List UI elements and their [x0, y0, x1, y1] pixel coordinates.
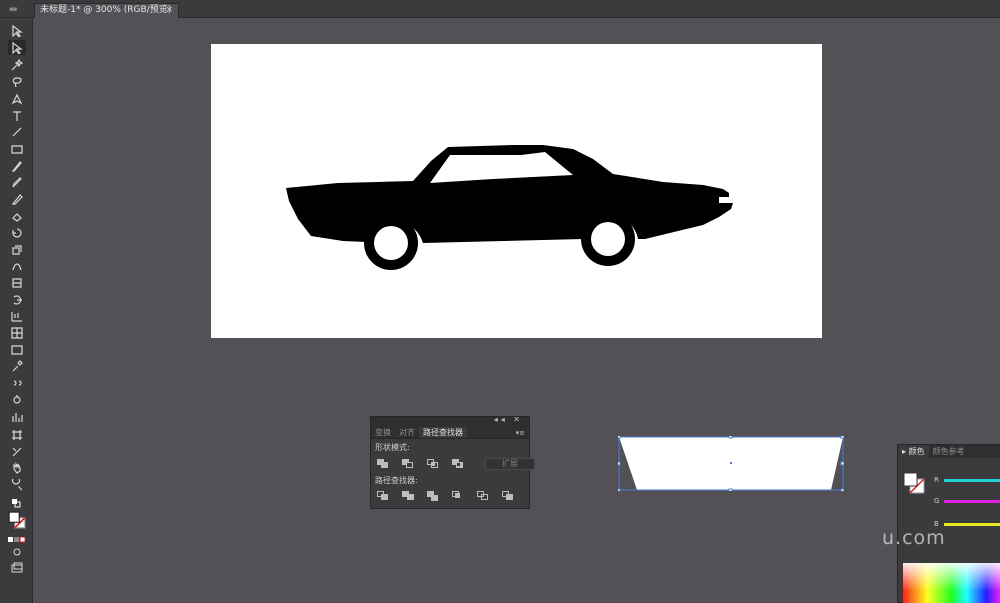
resize-handle	[728, 488, 733, 491]
resize-handle	[618, 488, 621, 491]
artboard-tool-icon[interactable]	[8, 427, 26, 442]
color-panel: ▸ 颜色 颜色参考 R G B	[897, 444, 1000, 603]
lasso-tool-icon[interactable]	[8, 74, 26, 89]
exclude-icon[interactable]	[452, 459, 464, 469]
screen-mode-icon[interactable]	[8, 560, 26, 575]
tab-align[interactable]: 对齐	[395, 427, 419, 438]
watermark: u.com	[882, 527, 946, 549]
hand-tool-icon[interactable]	[8, 460, 26, 475]
symbol-sprayer-tool-icon[interactable]	[8, 392, 26, 407]
direct-selection-tool-icon[interactable]	[8, 40, 26, 55]
minus-front-icon[interactable]	[402, 459, 414, 469]
toolbar-grip-icon[interactable]: ▪▪	[9, 5, 17, 13]
pathfinders-row	[377, 491, 527, 501]
shape-builder-tool-icon[interactable]	[8, 292, 26, 307]
blob-brush-tool-icon[interactable]	[8, 191, 26, 206]
tools-panel	[0, 18, 33, 603]
b-slider-bar[interactable]	[944, 522, 1000, 526]
eraser-tool-icon[interactable]	[8, 208, 26, 223]
r-label: R	[934, 476, 939, 484]
r-slider[interactable]: R	[934, 476, 1000, 484]
selected-trapezoid[interactable]	[618, 436, 844, 491]
document-tab-bar: ▪▪ 未标题-1* @ 300% (RGB/预览) ×	[0, 0, 1000, 18]
column-graph-tool-icon[interactable]	[8, 409, 26, 424]
car-silhouette[interactable]	[283, 139, 743, 319]
type-tool-icon[interactable]	[8, 108, 26, 123]
divide-icon[interactable]	[377, 491, 389, 501]
minus-back-icon[interactable]	[502, 491, 514, 501]
paintbrush-tool-icon[interactable]	[8, 158, 26, 173]
blend-tool-icon[interactable]	[8, 375, 26, 390]
selection-tool-icon[interactable]	[8, 23, 26, 38]
tab-pathfinder[interactable]: 路径查找器	[419, 427, 467, 438]
free-transform-tool-icon[interactable]	[8, 275, 26, 290]
g-slider[interactable]: G	[934, 497, 1000, 505]
line-segment-tool-icon[interactable]	[8, 124, 26, 139]
resize-handle	[618, 461, 621, 466]
resize-handle	[618, 436, 621, 439]
intersect-icon[interactable]	[427, 459, 439, 469]
color-spectrum[interactable]	[903, 563, 1000, 603]
r-slider-bar[interactable]	[944, 478, 1000, 482]
magic-wand-tool-icon[interactable]	[8, 57, 26, 72]
pathfinder-panel: ◂◂ ✕ 变换 对齐 路径查找器 ▾≡ 形状模式: 扩展 路径查找器:	[370, 415, 535, 509]
shape-modes-row: 扩展	[377, 458, 535, 470]
color-panel-tabs: ▸ 颜色 颜色参考	[898, 445, 1000, 458]
expand-button[interactable]: 扩展	[485, 458, 535, 470]
rectangle-tool-icon[interactable]	[8, 141, 26, 156]
resize-handle	[840, 461, 844, 466]
warp-tool-icon[interactable]	[8, 258, 26, 273]
pen-tool-icon[interactable]	[8, 91, 26, 106]
tab-color-label: 颜色	[908, 447, 925, 456]
shape-modes-label: 形状模式:	[375, 443, 410, 452]
artboard[interactable]	[211, 44, 822, 338]
perspective-grid-tool-icon[interactable]	[8, 308, 26, 323]
unite-icon[interactable]	[377, 459, 389, 469]
gradient-tool-icon[interactable]	[8, 342, 26, 357]
trim-icon[interactable]	[402, 491, 414, 501]
slice-tool-icon[interactable]	[8, 444, 26, 459]
default-colors-icon[interactable]	[8, 496, 26, 511]
resize-handle	[840, 488, 844, 491]
document-tab[interactable]: 未标题-1* @ 300% (RGB/预览) ×	[34, 3, 179, 18]
tab-color-guide[interactable]: 颜色参考	[929, 445, 969, 458]
front-hubcap	[591, 222, 625, 256]
rotate-tool-icon[interactable]	[8, 225, 26, 240]
crop-icon[interactable]	[452, 491, 464, 501]
eyedropper-tool-icon[interactable]	[8, 358, 26, 373]
panel-tabs: 变换 对齐 路径查找器 ▾≡	[371, 427, 529, 439]
resize-handle	[840, 436, 844, 439]
fill-stroke-icon[interactable]	[8, 511, 26, 528]
close-icon[interactable]: ×	[165, 4, 173, 17]
panel-titlebar[interactable]: ◂◂ ✕	[371, 415, 529, 427]
collapse-panel-icon[interactable]: ◂◂ ✕	[494, 415, 523, 424]
tab-transform[interactable]: 变换	[371, 427, 395, 438]
panel-menu-icon[interactable]: ▾≡	[516, 427, 525, 439]
zoom-tool-icon[interactable]	[8, 477, 26, 492]
center-point	[730, 462, 732, 464]
drawing-mode-icon[interactable]	[8, 544, 26, 559]
document-tab-title: 未标题-1* @ 300% (RGB/预览)	[40, 5, 172, 15]
pathfinders-label: 路径查找器:	[375, 476, 418, 485]
scale-tool-icon[interactable]	[8, 242, 26, 257]
resize-handle	[728, 436, 733, 439]
outline-icon[interactable]	[477, 491, 489, 501]
g-slider-bar[interactable]	[944, 499, 1000, 503]
tab-color[interactable]: ▸ 颜色	[898, 445, 929, 458]
fill-stroke-swatch[interactable]	[901, 470, 927, 496]
mesh-tool-icon[interactable]	[8, 325, 26, 340]
merge-icon[interactable]	[427, 491, 439, 501]
pencil-tool-icon[interactable]	[8, 174, 26, 189]
rear-hubcap	[374, 226, 408, 260]
g-label: G	[934, 497, 940, 505]
